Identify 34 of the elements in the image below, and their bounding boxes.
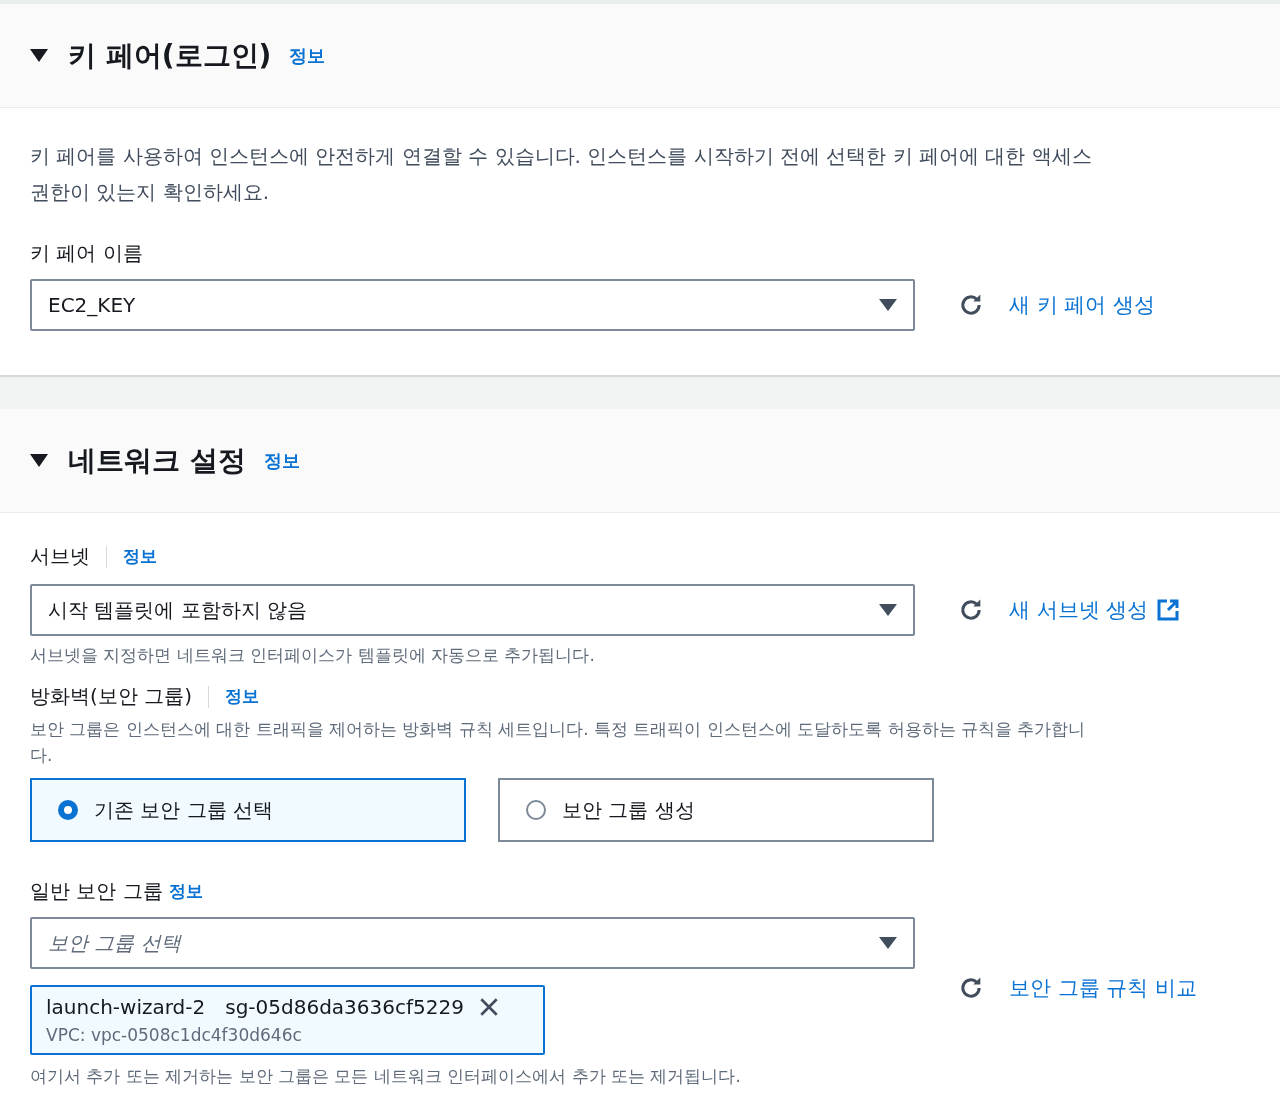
field-label: 방화벽(보안 그룹) [30, 683, 192, 710]
radio-icon [526, 800, 546, 820]
caret-icon [879, 299, 897, 311]
field-hint: 여기서 추가 또는 제거하는 보안 그룹은 모든 네트워크 인터페이스에서 추가 또는 제거됩니다. [30, 1065, 742, 1088]
create-key-pair-link[interactable]: 새 키 페어 생성 [1009, 291, 1156, 319]
section-title: 네트워크 설정 [68, 442, 246, 479]
collapse-triangle-icon[interactable] [30, 454, 48, 467]
field-label: 서브넷 [30, 543, 90, 570]
caret-icon [879, 937, 897, 949]
caret-icon [879, 604, 897, 616]
key-pair-select[interactable]: EC2_KEY [30, 279, 915, 331]
radio-tile[interactable]: 보안 그룹 생성 [498, 778, 934, 842]
create-subnet-link[interactable]: 새 서브넷 생성 [1009, 596, 1149, 624]
info-link[interactable]: 정보 [263, 448, 300, 473]
collapse-triangle-icon[interactable] [30, 49, 48, 62]
field-description: 보안 그룹은 인스턴스에 대한 트래픽을 제어하는 방화벽 규칙 세트입니다. 특정 트래픽이 인스턴스에 도달하도록 허용하는 규칙을 추가합니다. [30, 718, 1087, 767]
field-label: 키 페어 이름 [30, 240, 144, 267]
compare-rules-link[interactable]: 보안 그룹 규칙 비교 [1009, 974, 1198, 1002]
info-link[interactable]: 정보 [224, 685, 259, 708]
security-group-select[interactable]: 보안 그룹 선택 [30, 917, 915, 969]
info-link[interactable]: 정보 [123, 545, 157, 568]
section-description: 키 페어를 사용하여 인스턴스에 안전하게 연결할 수 있습니다. 인스턴스를 시작하기 전에 선택한 키 페어에 대한 액세스 권한이 있는지 확인하세요. [30, 143, 1092, 206]
token-vpc: VPC: vpc-0508c1dc4f30d646c [46, 1025, 303, 1045]
external-link-icon [1156, 598, 1181, 622]
field-label: 일반 보안 그룹 [30, 878, 163, 905]
field-hint: 서브넷을 지정하면 네트워크 인터페이스가 템플릿에 자동으로 추가됩니다. [30, 644, 596, 667]
section-title: 키 페어(로그인) [68, 37, 272, 74]
subnet-select[interactable]: 시작 템플릿에 포함하지 않음 [30, 584, 915, 636]
radio-tile[interactable]: 기존 보안 그룹 선택 [30, 778, 466, 842]
radio-icon [58, 800, 78, 820]
info-link[interactable]: 정보 [289, 43, 326, 68]
token-id: sg-05d86da3636cf5229 [225, 995, 464, 1019]
info-link[interactable]: 정보 [168, 880, 203, 903]
token-name: launch-wizard-2 [46, 995, 206, 1019]
